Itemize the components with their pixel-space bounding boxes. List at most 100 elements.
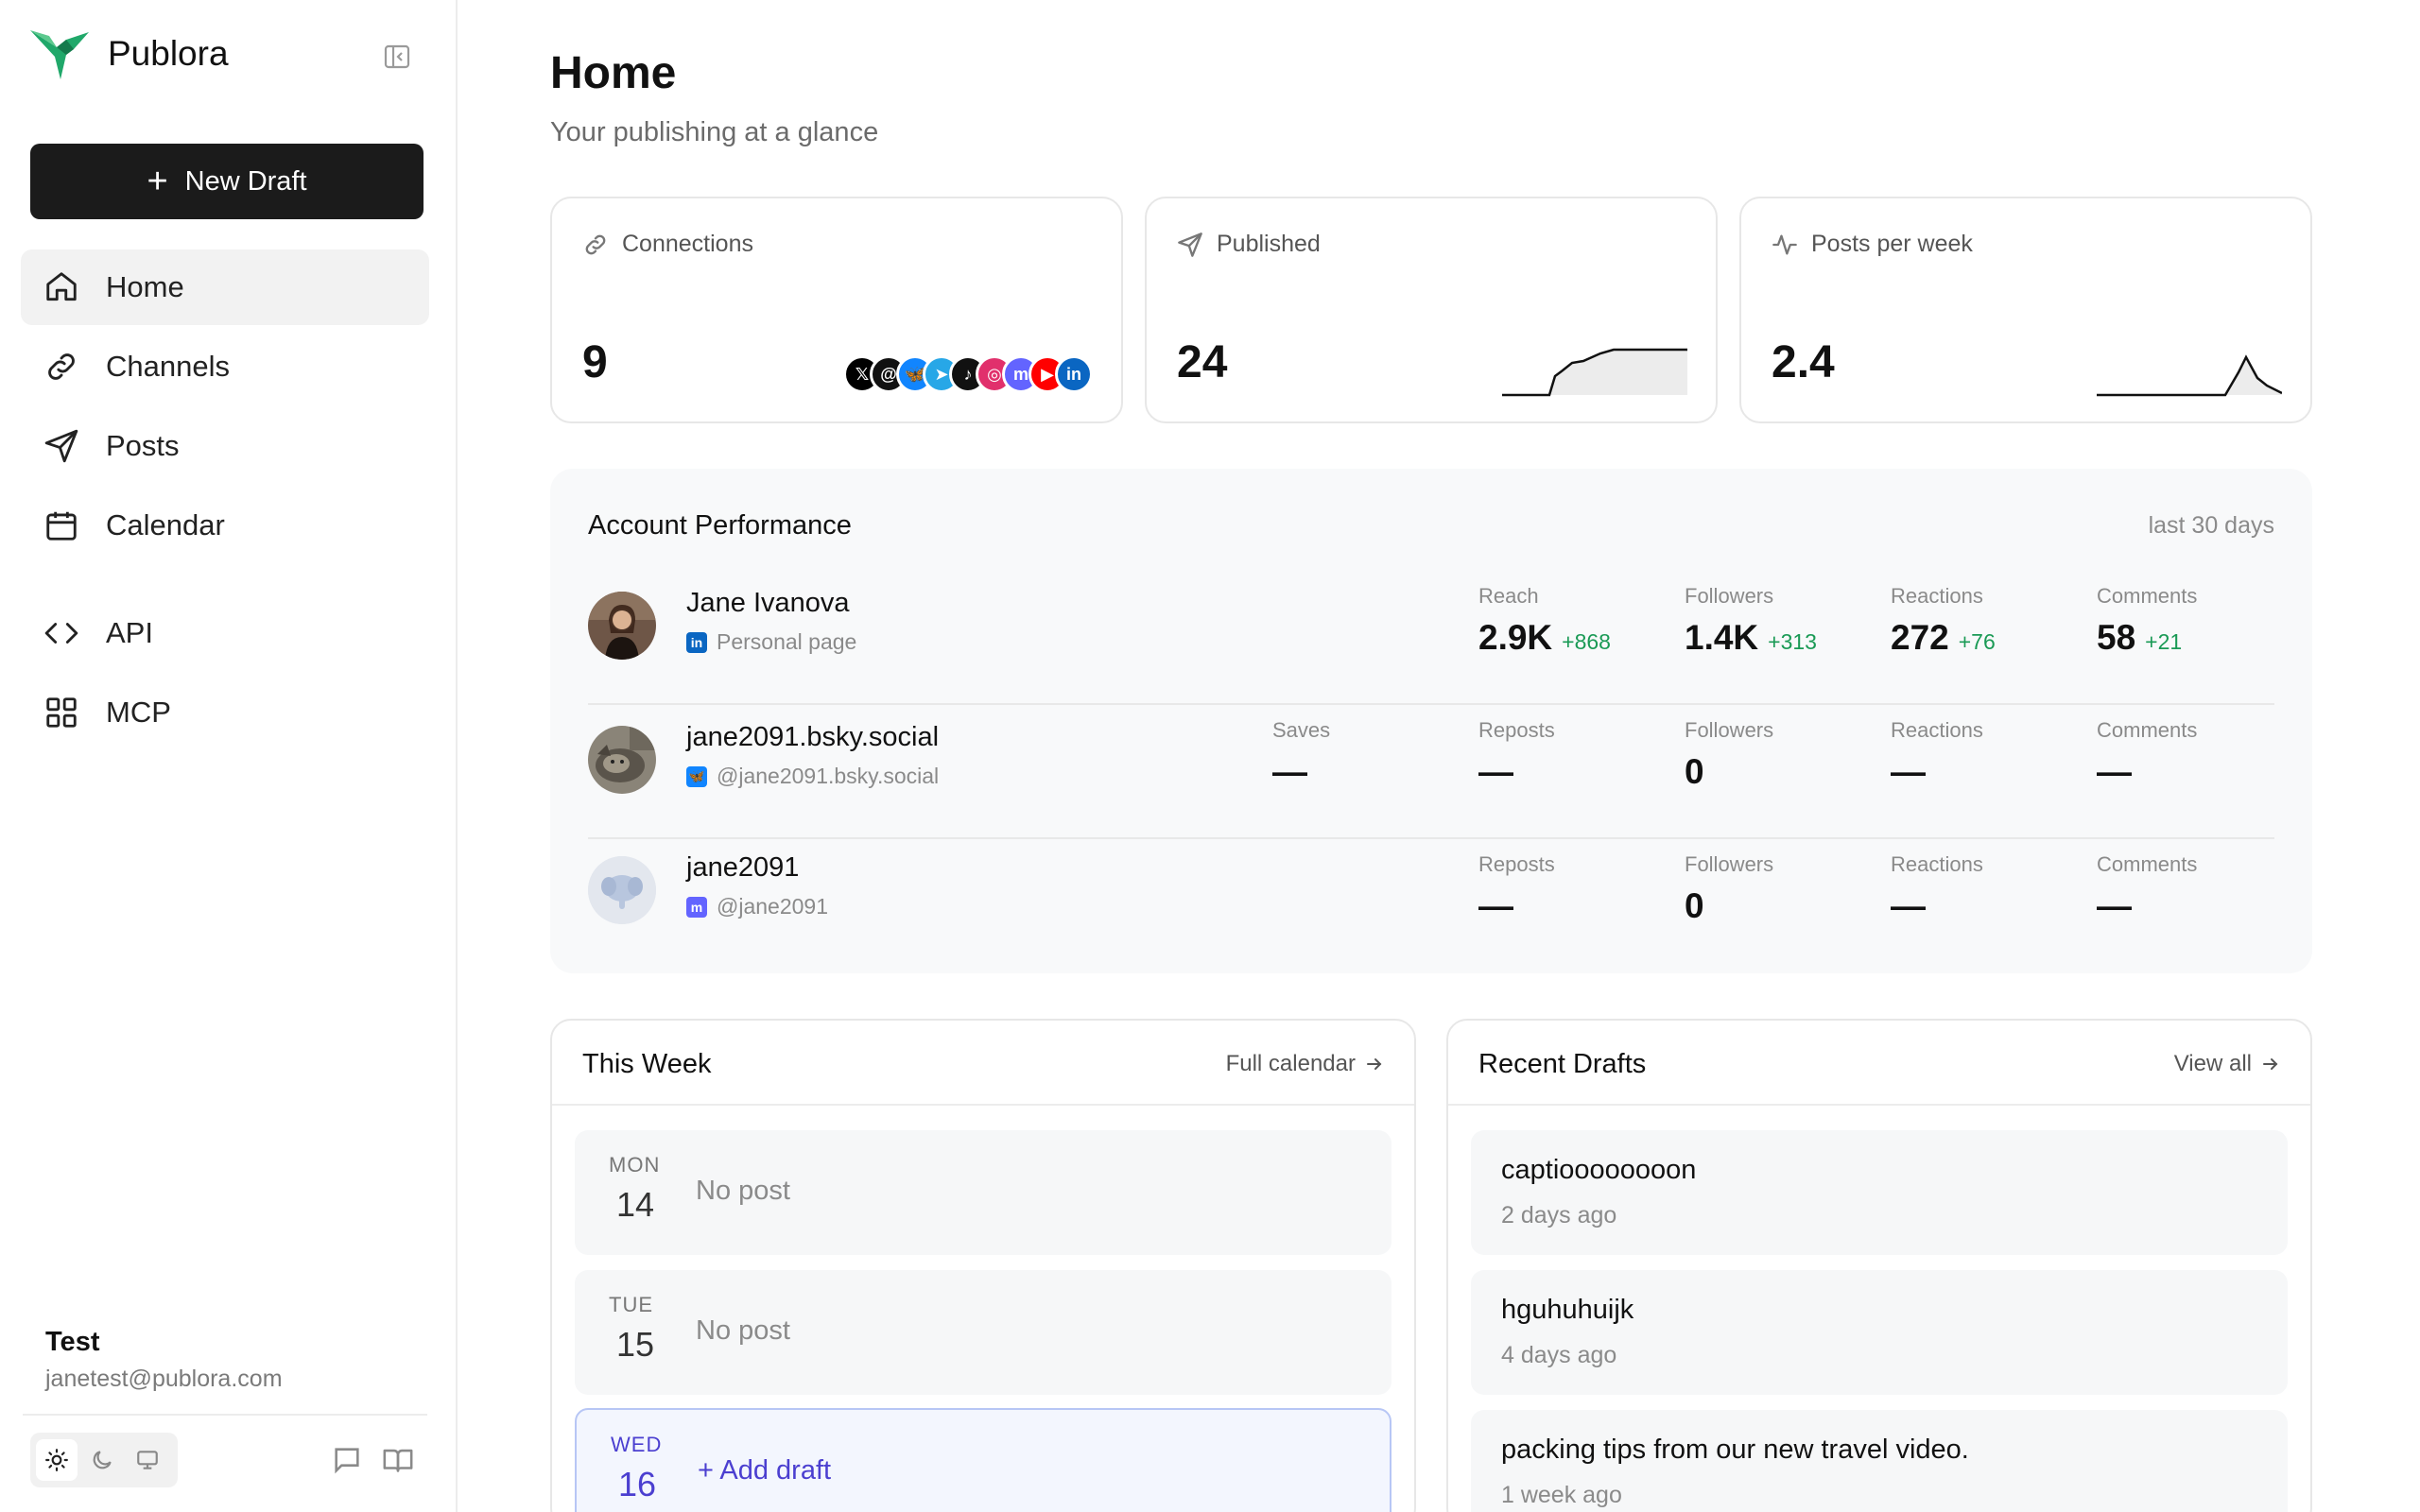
elephant-avatar-icon [588, 856, 656, 924]
day-slot-tue[interactable]: TUE 15 No post [575, 1270, 1392, 1395]
account-row[interactable]: jane2091.bsky.social 🦋 @jane2091.bsky.so… [588, 705, 2274, 839]
sidebar-item-label: Home [106, 270, 184, 303]
sidebar-item-mcp[interactable]: MCP [21, 675, 429, 750]
metric-label: Followers [1685, 718, 1774, 742]
metric-delta: +868 [1562, 629, 1611, 654]
day-of-week: WED [611, 1433, 663, 1456]
metric-reposts: Reposts — [1478, 852, 1668, 926]
metric-label: Comments [2097, 852, 2198, 876]
account-handle-text: Personal page [717, 629, 857, 654]
dark-theme-button[interactable] [81, 1439, 123, 1481]
linkedin-icon: in [686, 631, 707, 653]
person-photo-icon [588, 592, 656, 660]
draft-item[interactable]: packing tips from our new travel video. … [1471, 1410, 2288, 1512]
published-value: 24 [1177, 337, 1228, 387]
arrow-right-icon [2263, 1058, 2278, 1070]
account-performance-panel: Account Performance last 30 days Jane Iv… [550, 469, 2312, 973]
draft-title: captioooooooon [1501, 1155, 1697, 1185]
view-all-link[interactable]: View all [2174, 1051, 2280, 1077]
home-icon [46, 272, 77, 301]
sidebar-item-home[interactable]: Home [21, 249, 429, 325]
day-slot-wed-today[interactable]: WED 16 + Add draft [575, 1408, 1392, 1512]
message-square-icon[interactable] [331, 1444, 363, 1476]
sidebar-item-posts[interactable]: Posts [21, 408, 429, 484]
sidebar-item-channels[interactable]: Channels [21, 329, 429, 404]
metric-value: — [2097, 886, 2132, 925]
sidebar-item-label: Calendar [106, 508, 225, 541]
sidebar-item-label: Posts [106, 429, 180, 462]
draft-item[interactable]: captioooooooon 2 days ago [1471, 1130, 2288, 1255]
account-handle-text: @jane2091 [717, 894, 828, 919]
metric-value: 0 [1685, 752, 1704, 791]
account-handle: 🦋 @jane2091.bsky.social [686, 764, 939, 789]
metric-value: — [2097, 752, 2132, 791]
day-slot-mon[interactable]: MON 14 No post [575, 1130, 1392, 1255]
metric-reactions: Reactions — [1891, 718, 2080, 792]
metric-label: Comments [2097, 584, 2198, 608]
date-range-label: last 30 days [2148, 512, 2274, 539]
posts-per-week-sparkline [2097, 354, 2282, 397]
posts-per-week-label: Posts per week [1811, 231, 1973, 257]
account-row[interactable]: jane2091 m @jane2091 Reposts — Followers… [588, 839, 2274, 973]
posts-per-week-card[interactable]: Posts per week 2.4 [1739, 197, 2312, 423]
sidebar-collapse-icon[interactable] [382, 42, 412, 72]
metric-value: 0 [1685, 886, 1704, 925]
day-number: 16 [618, 1465, 657, 1503]
link-icon [48, 353, 75, 380]
connections-card[interactable]: Connections 9 𝕏 @ 🦋 ➤ ♪ ◎ m ▶ in [550, 197, 1123, 423]
metric-followers: Followers 0 [1685, 852, 1874, 926]
metric-value: — [1891, 886, 1926, 925]
metric-value: 58 [2097, 618, 2136, 657]
metric-followers: Followers 1.4K +313 [1685, 584, 1874, 658]
system-theme-button[interactable] [127, 1439, 168, 1481]
arrow-right-icon [1367, 1058, 1382, 1070]
mastodon-icon: m [686, 896, 707, 918]
metric-comments: Comments 58 +21 [2097, 584, 2286, 658]
user-profile[interactable]: Test janetest@publora.com [45, 1327, 283, 1393]
page-subtitle: Your publishing at a glance [550, 117, 879, 147]
metric-label: Reposts [1478, 718, 1555, 742]
account-name: Jane Ivanova [686, 588, 850, 618]
sidebar: Publora + New Draft Home Channels Posts … [0, 0, 458, 1512]
avatar [588, 592, 656, 660]
avatar [588, 726, 656, 794]
sidebar-item-label: MCP [106, 696, 171, 729]
metric-label: Followers [1685, 852, 1774, 876]
published-label: Published [1217, 231, 1321, 257]
day-status: No post [696, 1176, 790, 1206]
account-handle: m @jane2091 [686, 894, 828, 919]
brand-name: Publora [108, 34, 229, 73]
draft-item[interactable]: hguhuhuijk 4 days ago [1471, 1270, 2288, 1395]
brand[interactable]: Publora [28, 26, 229, 81]
book-open-icon[interactable] [382, 1444, 414, 1476]
metric-delta: +313 [1768, 629, 1817, 654]
account-row[interactable]: Jane Ivanova in Personal page Reach 2.9K… [588, 571, 2274, 705]
metric-comments: Comments — [2097, 718, 2286, 792]
full-calendar-link[interactable]: Full calendar [1226, 1051, 1384, 1077]
sidebar-item-label: API [106, 616, 153, 649]
this-week-panel: This Week Full calendar MON 14 No post T… [550, 1019, 1416, 1512]
full-calendar-label: Full calendar [1225, 1051, 1356, 1076]
metric-value: — [1478, 752, 1513, 791]
metric-label: Reactions [1891, 718, 1983, 742]
moon-icon [93, 1451, 112, 1469]
metric-reactions: Reactions — [1891, 852, 2080, 926]
new-draft-button[interactable]: + New Draft [30, 144, 424, 219]
send-icon [44, 429, 78, 463]
metric-label: Saves [1272, 718, 1331, 742]
account-name: jane2091.bsky.social [686, 722, 940, 752]
light-theme-button[interactable] [36, 1439, 78, 1481]
send-icon [1178, 232, 1202, 257]
link-icon [585, 234, 606, 254]
metric-label: Reactions [1891, 852, 1983, 876]
draft-time: 2 days ago [1501, 1202, 1617, 1228]
metric-value: 2.9K [1478, 618, 1553, 657]
add-draft-button[interactable]: + Add draft [698, 1455, 831, 1486]
cat-photo-icon [588, 726, 656, 794]
published-card[interactable]: Published 24 [1145, 197, 1718, 423]
sidebar-item-calendar[interactable]: Calendar [21, 488, 429, 563]
day-of-week: MON [609, 1153, 661, 1177]
metric-value: — [1272, 752, 1307, 791]
sidebar-item-api[interactable]: API [21, 595, 429, 671]
account-handle-text: @jane2091.bsky.social [717, 764, 940, 788]
